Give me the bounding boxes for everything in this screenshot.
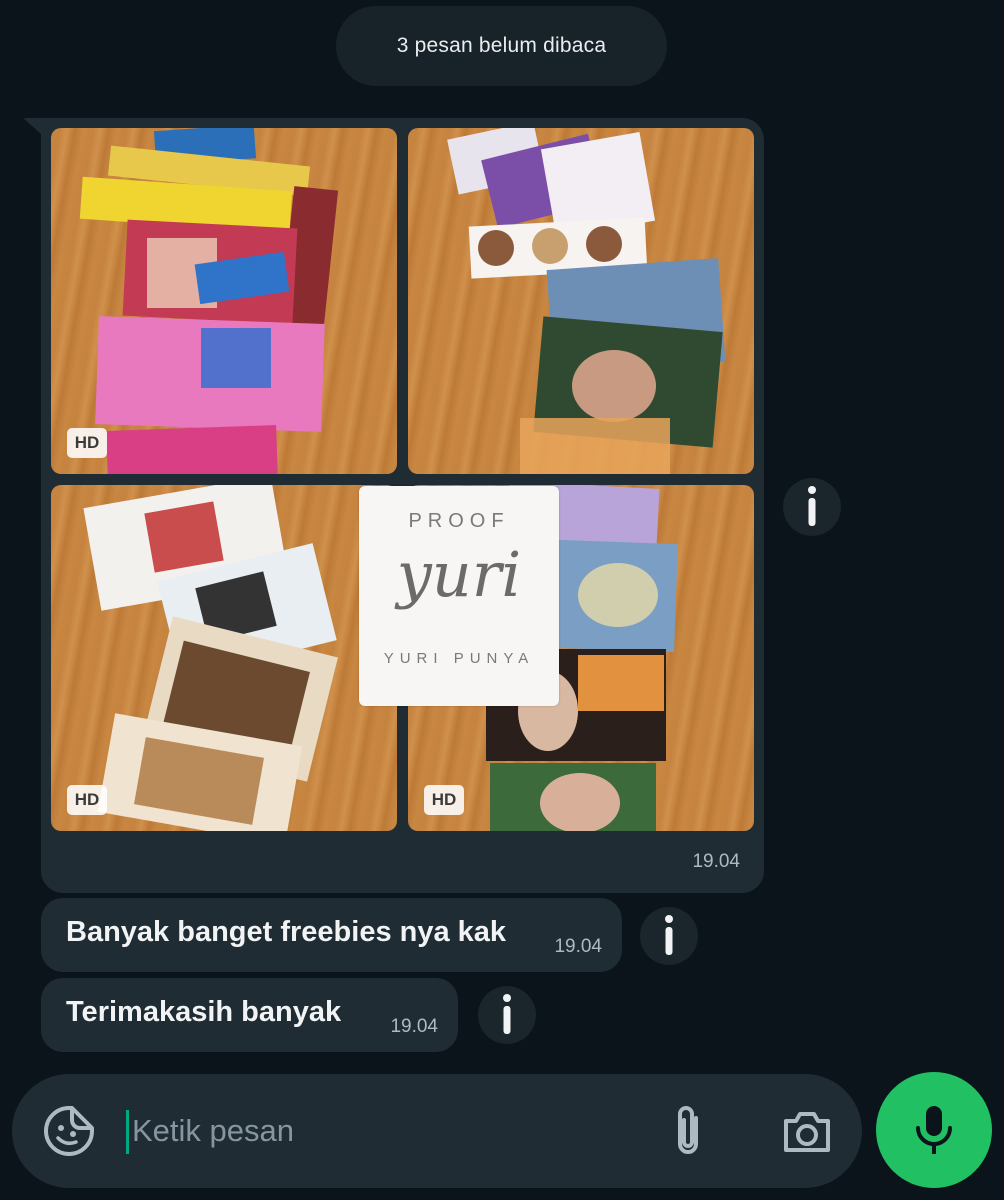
- info-button-message-1[interactable]: [640, 907, 698, 965]
- stickers-photo-art: [447, 128, 726, 474]
- album-photo-stickers-cards[interactable]: [408, 128, 754, 474]
- watermark-top-text: PROOF: [408, 510, 510, 532]
- info-icon: [503, 994, 511, 1034]
- message-text: Terimakasih banyak: [66, 996, 342, 1028]
- text-caret: [126, 1110, 129, 1154]
- album-photo-cards-left[interactable]: HD: [51, 485, 397, 831]
- hd-badge: HD: [67, 785, 107, 815]
- mic-icon: [916, 1106, 952, 1154]
- message-bubble[interactable]: Terimakasih banyak 19.04: [41, 978, 458, 1052]
- camera-icon: [784, 1112, 830, 1152]
- hd-badge: HD: [424, 785, 464, 815]
- sticker-icon: [44, 1106, 94, 1156]
- cards-left-photo-art: [83, 485, 338, 831]
- sticker-button[interactable]: [42, 1104, 96, 1163]
- album-photo-snacks[interactable]: HD: [51, 128, 397, 474]
- attach-icon: [678, 1106, 698, 1154]
- photo-album-message[interactable]: HD HD HD PROOF yuri YURI PUNYA 19.04: [23, 118, 764, 893]
- watermark-bottom-text: YURI PUNYA: [383, 650, 535, 667]
- message-bubble[interactable]: Banyak banget freebies nya kak 19.04: [41, 898, 622, 972]
- message-input[interactable]: [132, 1107, 632, 1155]
- watermark-logo: PROOF yuri YURI PUNYA: [359, 486, 559, 706]
- voice-record-button[interactable]: [876, 1072, 992, 1188]
- attach-button[interactable]: [668, 1104, 708, 1165]
- unread-messages-banner: 3 pesan belum dibaca: [336, 6, 667, 86]
- message-timestamp: 19.04: [390, 1016, 438, 1037]
- message-text: Banyak banget freebies nya kak: [66, 916, 507, 948]
- info-button-album[interactable]: [783, 478, 841, 536]
- unread-banner-text: 3 pesan belum dibaca: [396, 34, 607, 57]
- info-icon: [808, 486, 816, 526]
- info-button-message-2[interactable]: [478, 986, 536, 1044]
- message-timestamp: 19.04: [554, 936, 602, 957]
- album-timestamp: 19.04: [692, 851, 740, 872]
- snacks-photo-art: [79, 128, 339, 474]
- watermark-script-text: yuri: [396, 538, 522, 611]
- camera-button[interactable]: [780, 1105, 834, 1164]
- info-icon: [665, 915, 673, 955]
- message-composer: [12, 1074, 862, 1188]
- hd-badge: HD: [67, 428, 107, 458]
